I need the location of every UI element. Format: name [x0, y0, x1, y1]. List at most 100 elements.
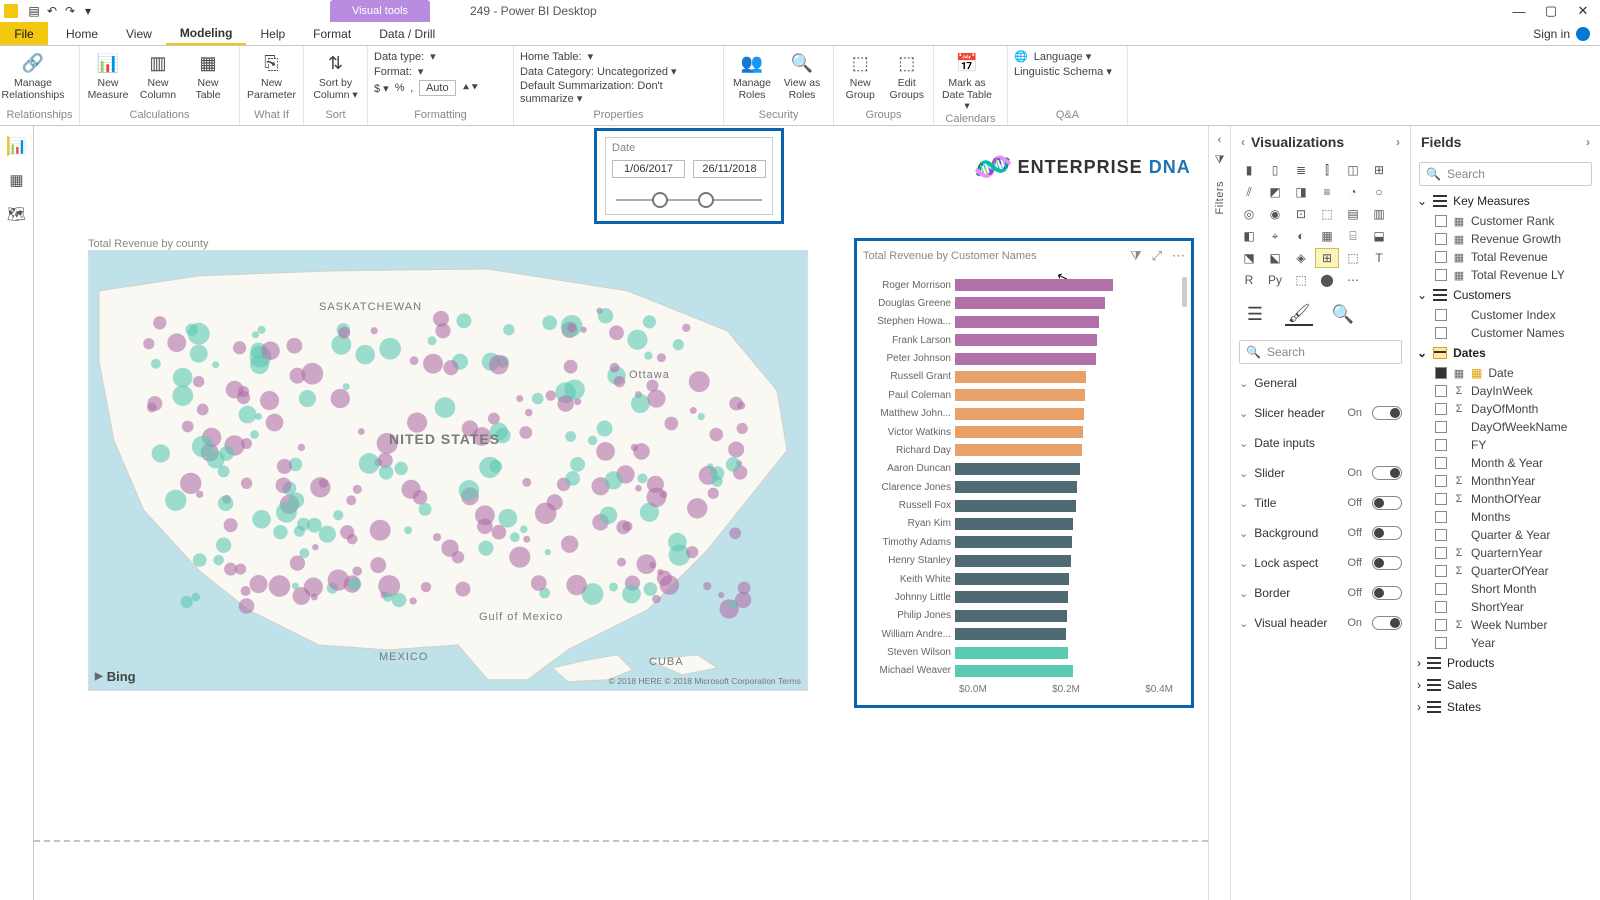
field-months[interactable]: Months — [1411, 508, 1600, 526]
toggle[interactable] — [1372, 586, 1402, 600]
viz-type-17[interactable]: ▥ — [1367, 204, 1391, 224]
bar-row[interactable]: Paul Coleman — [865, 387, 1173, 403]
viz-type-6[interactable]: ⫽ — [1237, 182, 1261, 202]
checkbox-icon[interactable] — [1435, 511, 1447, 523]
checkbox-icon[interactable] — [1435, 565, 1447, 577]
format-section-visual-header[interactable]: ⌄Visual headerOn — [1235, 608, 1406, 638]
undo-icon[interactable]: ↶ — [44, 3, 60, 19]
bar-row[interactable]: Steven Wilson — [865, 645, 1173, 661]
checkbox-icon[interactable] — [1435, 233, 1447, 245]
new-column-button[interactable]: ▥NewColumn — [136, 50, 180, 101]
viz-type-12[interactable]: ◎ — [1237, 204, 1261, 224]
table-key-measures[interactable]: ⌄Key Measures — [1411, 190, 1600, 212]
viz-type-16[interactable]: ▤ — [1341, 204, 1365, 224]
viz-type-27[interactable]: ⊞ — [1315, 248, 1339, 268]
field-quarterofyear[interactable]: ΣQuarterOfYear — [1411, 562, 1600, 580]
checkbox-icon[interactable] — [1435, 619, 1447, 631]
data-category-dropdown[interactable]: Data Category: Uncategorized ▾ — [520, 65, 677, 78]
toggle[interactable] — [1372, 406, 1402, 420]
percent-icon[interactable]: % — [395, 82, 405, 94]
linguistic-schema-dropdown[interactable]: Linguistic Schema ▾ — [1014, 65, 1112, 78]
bar-row[interactable]: Timothy Adams — [865, 534, 1173, 550]
viz-type-34[interactable]: ⋯ — [1341, 270, 1365, 290]
viz-type-3[interactable]: ⫿ — [1315, 160, 1339, 180]
bar-row[interactable]: Aaron Duncan — [865, 461, 1173, 477]
signin-link[interactable]: Sign in — [1533, 22, 1600, 45]
viz-type-24[interactable]: ⬔ — [1237, 248, 1261, 268]
format-section-lock-aspect[interactable]: ⌄Lock aspectOff — [1235, 548, 1406, 578]
toggle[interactable] — [1372, 526, 1402, 540]
viz-type-23[interactable]: ⬓ — [1367, 226, 1391, 246]
checkbox-icon[interactable] — [1435, 493, 1447, 505]
bar-row[interactable]: Russell Grant — [865, 369, 1173, 385]
viz-type-19[interactable]: ⌖ — [1263, 226, 1287, 246]
report-view-icon[interactable]: 📊 — [7, 136, 27, 156]
field-fy[interactable]: FY — [1411, 436, 1600, 454]
format-section-general[interactable]: ⌄General — [1235, 368, 1406, 398]
viz-type-22[interactable]: ⌸ — [1341, 226, 1365, 246]
report-canvas[interactable]: Date 1/06/2017 26/11/2018 🧬 ENTERPRISE D… — [34, 126, 1208, 900]
viz-type-10[interactable]: ◔ — [1341, 182, 1365, 202]
tab-data-drill[interactable]: Data / Drill — [365, 22, 449, 45]
viz-type-26[interactable]: ◈ — [1289, 248, 1313, 268]
format-search-input[interactable]: 🔍 Search — [1239, 340, 1402, 364]
table-dates[interactable]: ⌄Dates — [1411, 342, 1600, 364]
qat-more-icon[interactable]: ▾ — [80, 3, 96, 19]
minimize-icon[interactable]: — — [1510, 2, 1528, 20]
viz-type-33[interactable]: ⬤ — [1315, 270, 1339, 290]
viz-type-32[interactable]: ⬚ — [1289, 270, 1313, 290]
checkbox-icon[interactable] — [1435, 385, 1447, 397]
bar-row[interactable]: Henry Stanley — [865, 553, 1173, 569]
viz-type-13[interactable]: ◉ — [1263, 204, 1287, 224]
tab-help[interactable]: Help — [246, 22, 299, 45]
fields-pane-chevron-icon[interactable]: › — [1586, 135, 1590, 149]
format-section-background[interactable]: ⌄BackgroundOff — [1235, 518, 1406, 548]
toggle[interactable] — [1372, 556, 1402, 570]
bar-row[interactable]: Matthew John... — [865, 406, 1173, 422]
field-total-revenue[interactable]: ▦Total Revenue — [1411, 248, 1600, 266]
field-shortyear[interactable]: ShortYear — [1411, 598, 1600, 616]
format-section-slicer-header[interactable]: ⌄Slicer headerOn — [1235, 398, 1406, 428]
bar-row[interactable]: William Andre... — [865, 626, 1173, 642]
slider-knob-right[interactable] — [698, 192, 714, 208]
bar-row[interactable]: Frank Larson — [865, 332, 1173, 348]
field-week-number[interactable]: ΣWeek Number — [1411, 616, 1600, 634]
date-from-input[interactable]: 1/06/2017 — [612, 160, 685, 178]
field-month-year[interactable]: Month & Year — [1411, 454, 1600, 472]
new-group-button[interactable]: ⬚NewGroup — [840, 50, 881, 101]
data-view-icon[interactable]: ▦ — [7, 170, 27, 190]
viz-type-14[interactable]: ⊡ — [1289, 204, 1313, 224]
focus-mode-icon[interactable]: ⤢ — [1152, 248, 1162, 264]
checkbox-icon[interactable] — [1435, 475, 1447, 487]
page-tab-strip[interactable] — [34, 840, 1208, 900]
save-icon[interactable]: ▤ — [26, 3, 42, 19]
mark-date-table-button[interactable]: 📅Mark asDate Table ▾ — [940, 50, 994, 113]
slider-knob-left[interactable] — [652, 192, 668, 208]
field-short-month[interactable]: Short Month — [1411, 580, 1600, 598]
format-dropdown[interactable]: ▾ — [418, 65, 424, 78]
bar-row[interactable]: Michael Weaver — [865, 663, 1173, 679]
close-icon[interactable]: ✕ — [1574, 2, 1592, 20]
viz-type-7[interactable]: ◩ — [1263, 182, 1287, 202]
new-parameter-button[interactable]: ⎘NewParameter — [246, 50, 297, 101]
field-total-revenue-ly[interactable]: ▦Total Revenue LY — [1411, 266, 1600, 284]
field-year[interactable]: Year — [1411, 634, 1600, 652]
bar-row[interactable]: Douglas Greene — [865, 295, 1173, 311]
bar-row[interactable]: Clarence Jones — [865, 479, 1173, 495]
checkbox-icon[interactable] — [1435, 367, 1447, 379]
field-revenue-growth[interactable]: ▦Revenue Growth — [1411, 230, 1600, 248]
checkbox-icon[interactable] — [1435, 403, 1447, 415]
decimal-auto-box[interactable]: Auto — [419, 80, 456, 96]
bar-row[interactable]: Peter Johnson — [865, 351, 1173, 367]
field-monthofyear[interactable]: ΣMonthOfYear — [1411, 490, 1600, 508]
format-brush-icon[interactable]: 🖌 — [1285, 302, 1313, 326]
viz-type-18[interactable]: ◧ — [1237, 226, 1261, 246]
checkbox-icon[interactable] — [1435, 601, 1447, 613]
checkbox-icon[interactable] — [1435, 529, 1447, 541]
viz-type-4[interactable]: ◫ — [1341, 160, 1365, 180]
viz-type-29[interactable]: T — [1367, 248, 1391, 268]
field-dayinweek[interactable]: ΣDayInWeek — [1411, 382, 1600, 400]
table-sales[interactable]: ›Sales — [1411, 674, 1600, 696]
checkbox-icon[interactable] — [1435, 327, 1447, 339]
currency-icon[interactable]: $ ▾ — [374, 82, 389, 95]
